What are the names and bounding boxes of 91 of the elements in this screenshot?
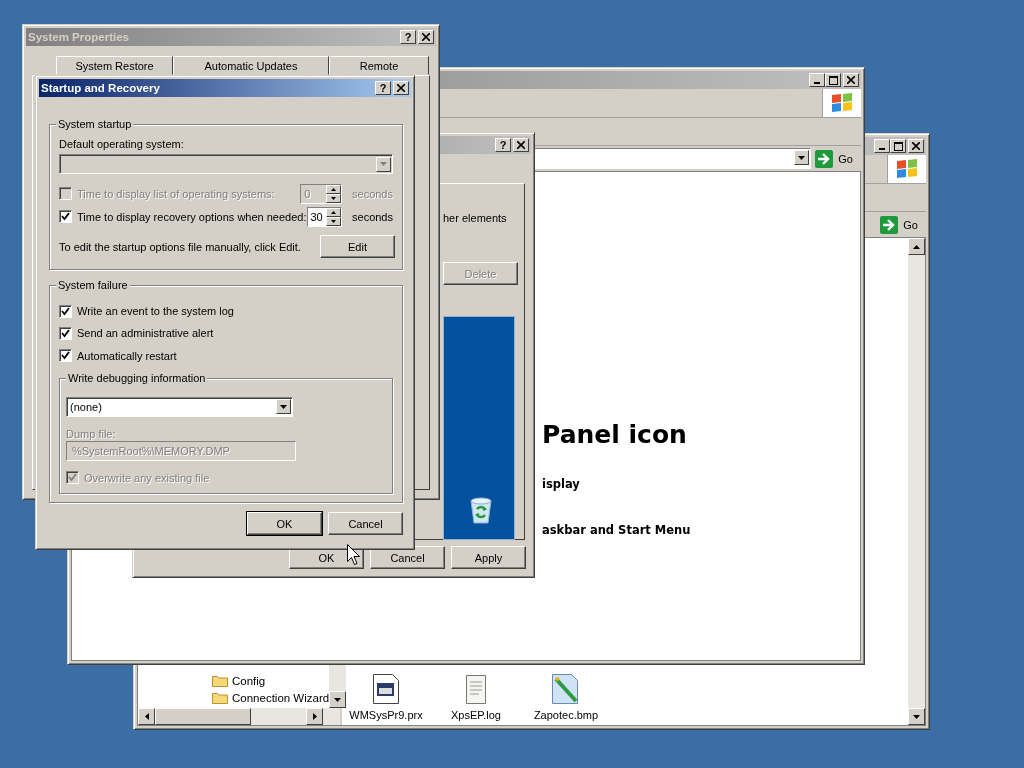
checkbox-label: Time to display list of operating systems: (77, 187, 276, 200)
page-link[interactable]: isplay (542, 477, 580, 491)
spin-up-icon (326, 207, 341, 217)
unit-label: seconds (352, 187, 393, 200)
scroll-left-button[interactable] (138, 708, 155, 725)
close-button[interactable] (513, 138, 529, 152)
number-spinner[interactable]: 30 (306, 206, 342, 227)
recycle-bin-icon (468, 495, 494, 525)
check-icon (68, 473, 77, 483)
check-icon (61, 351, 70, 361)
image-file-icon (551, 673, 581, 705)
tree-item[interactable]: Config (212, 672, 330, 689)
spin-down-icon (326, 216, 341, 226)
scroll-up-button[interactable] (908, 238, 925, 255)
close-icon (847, 76, 855, 84)
maximize-icon (893, 141, 903, 151)
maximize-button[interactable] (890, 139, 906, 153)
folder-icon (212, 691, 228, 704)
folder-icon (212, 674, 228, 687)
close-button[interactable] (418, 30, 434, 44)
group-title: System startup (56, 118, 134, 130)
windows-logo-icon (895, 158, 919, 180)
maximize-button[interactable] (825, 73, 841, 87)
dialog-button[interactable]: Cancel (328, 512, 403, 535)
checkbox-label: Automatically restart (77, 349, 177, 362)
spin-up-icon (326, 184, 341, 194)
unit-label: seconds (352, 210, 393, 223)
right-arrow-icon (312, 713, 317, 720)
tree-item[interactable]: Connection Wizard (212, 689, 330, 706)
check-icon (61, 306, 70, 316)
scroll-right-button[interactable] (306, 708, 323, 725)
windows-logo-icon (830, 92, 854, 114)
checkbox-label: Overwrite any existing file (84, 471, 210, 484)
close-button[interactable] (843, 73, 859, 87)
help-button[interactable]: ? (400, 30, 416, 44)
maximize-icon (828, 75, 838, 85)
scroll-thumb[interactable] (155, 708, 251, 725)
down-arrow-icon (913, 714, 920, 719)
close-icon (517, 141, 525, 149)
down-arrow-icon (380, 162, 387, 166)
checkbox-label: Time to display recovery options when needed: (77, 210, 307, 223)
checkbox[interactable] (59, 210, 72, 223)
check-icon (61, 329, 70, 338)
checkbox-label: Write an event to the system log (77, 305, 234, 318)
checkbox-label: Send an administrative alert (77, 327, 214, 340)
close-button[interactable] (908, 139, 924, 153)
dropdown-button[interactable] (276, 399, 291, 415)
page-heading: Panel icon (542, 420, 687, 450)
group-title: Write debugging information (66, 372, 208, 384)
file-item[interactable]: XpsEP.log (438, 673, 514, 721)
close-icon (912, 142, 920, 150)
window-title: Startup and Recovery (41, 82, 160, 94)
text-file-icon (464, 673, 488, 705)
file-item[interactable]: Zapotec.bmp (528, 673, 604, 721)
window-title: System Properties (28, 31, 129, 43)
group-title: System failure (56, 279, 130, 291)
dropdown-button[interactable] (794, 150, 810, 165)
down-arrow-icon (280, 404, 287, 409)
spin-down-icon (326, 193, 341, 203)
instruction-text: To edit the startup options file manually, click Edit. (59, 240, 301, 253)
mouse-pointer-icon (347, 544, 360, 565)
dialog-button[interactable]: OK (247, 512, 322, 535)
program-file-icon (372, 673, 400, 705)
field-label: Default operating system: (59, 138, 185, 152)
check-icon (61, 212, 70, 221)
description-text: her elements (443, 212, 507, 224)
go-button[interactable]: Go (815, 149, 857, 168)
checkbox[interactable] (59, 304, 72, 318)
scroll-down-button[interactable] (908, 708, 925, 725)
close-icon (397, 84, 405, 92)
dialog-button[interactable]: Apply (451, 546, 526, 569)
field-label: Dump file: (66, 427, 117, 442)
scroll-down-button[interactable] (329, 691, 347, 708)
down-arrow-icon (334, 697, 342, 702)
file-item[interactable]: WMSysPr9.prx (348, 673, 424, 721)
checkbox[interactable] (59, 349, 72, 363)
edit-button[interactable]: Edit (320, 235, 395, 258)
minimize-button[interactable] (874, 139, 890, 153)
help-button[interactable]: ? (375, 81, 391, 95)
scrollbar[interactable] (908, 238, 925, 725)
close-button[interactable] (393, 81, 409, 95)
page-link[interactable]: askbar and Start Menu (542, 523, 691, 537)
left-arrow-icon (144, 713, 149, 720)
checkbox[interactable] (59, 327, 72, 340)
horizontal-scrollbar[interactable] (138, 708, 340, 725)
down-arrow-icon (798, 155, 806, 160)
close-icon (422, 33, 430, 41)
minimize-button[interactable] (809, 73, 825, 87)
help-button[interactable]: ? (495, 138, 511, 152)
up-arrow-icon (913, 244, 920, 249)
go-button[interactable]: Go (880, 215, 922, 234)
